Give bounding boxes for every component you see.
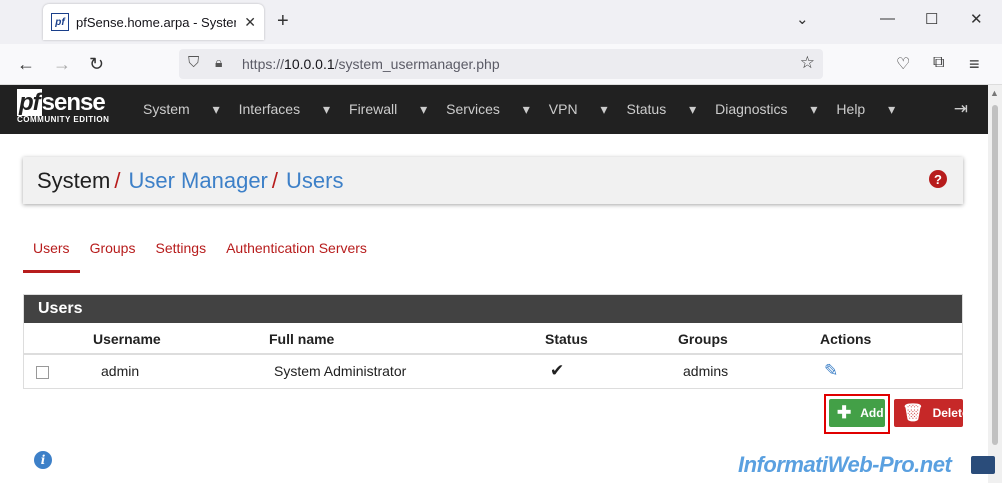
laptop-logo-icon [971,456,995,474]
tab-title: pfSense.home.arpa - System: U [76,14,236,30]
menu-vpn[interactable]: VPN ▾ [549,101,608,118]
menu-icon[interactable]: ≡ [969,54,980,75]
url-text: https://10.0.0.1/system_usermanager.php [242,56,500,72]
menu-interfaces[interactable]: Interfaces ▾ [239,101,330,118]
edit-pencil-icon[interactable]: ✎ [824,361,838,381]
tab-users[interactable]: Users [23,238,80,273]
lock-icon[interactable]: 🔒︎ [215,54,222,71]
tab-authentication-servers[interactable]: Authentication Servers [216,238,377,273]
browser-tab[interactable]: pf pfSense.home.arpa - System: U ✕ [43,4,264,40]
menu-diagnostics[interactable]: Diagnostics ▾ [715,101,817,118]
breadcrumb: System / User Manager / Users ? [23,157,963,204]
pocket-icon[interactable]: ♡ [896,54,910,74]
close-window-icon[interactable]: ✕ [970,10,983,28]
col-full-name[interactable]: Full name [269,331,334,347]
scroll-thumb[interactable] [992,105,998,445]
main-menu: System ▾ Interfaces ▾ Firewall ▾ Service… [143,101,914,118]
col-status[interactable]: Status [545,331,588,347]
trash-icon: 🗑︎ [902,403,924,422]
plus-icon: ✚ [837,403,852,422]
browser-nav-bar: ← → ↻ ⛉ 🔒︎ https://10.0.0.1/system_userm… [0,44,1002,85]
pfsense-navbar: pfsense COMMUNITY EDITION System ▾ Inter… [0,85,988,134]
logout-icon[interactable]: ⇥ [954,99,968,119]
extensions-icon[interactable]: ⧉ [933,54,944,72]
table-row[interactable]: admin System Administrator ✔ admins ✎ [24,355,962,388]
panel-title: Users [24,295,962,323]
close-tab-icon[interactable]: ✕ [244,14,256,31]
menu-services[interactable]: Services ▾ [446,101,530,118]
cell-username: admin [101,363,140,379]
breadcrumb-system: System [37,167,111,193]
info-icon[interactable]: i [34,451,52,469]
breadcrumb-users[interactable]: Users [286,168,343,194]
shield-icon[interactable]: ⛉ [188,54,199,71]
section-tabs: Users Groups Settings Authentication Ser… [23,238,377,273]
tab-groups[interactable]: Groups [80,238,146,273]
watermark-text: InformatiWeb-Pro.net [738,452,952,477]
help-icon[interactable]: ? [929,170,947,188]
breadcrumb-user-manager[interactable]: User Manager [128,168,267,194]
reload-icon[interactable]: ↻ [89,54,104,75]
menu-help[interactable]: Help ▾ [836,101,895,118]
breadcrumb-separator: / [114,167,121,193]
pfsense-favicon-icon: pf [51,13,69,31]
breadcrumb-separator: / [271,167,278,193]
tab-settings[interactable]: Settings [145,238,216,273]
maximize-icon[interactable]: ☐ [925,10,938,28]
scroll-up-icon[interactable]: ▲ [990,88,999,98]
forward-icon[interactable]: → [53,54,71,75]
url-bar[interactable]: ⛉ 🔒︎ https://10.0.0.1/system_usermanager… [179,49,823,79]
menu-system[interactable]: System ▾ [143,101,220,118]
enabled-check-icon: ✔ [550,361,565,380]
minimize-icon[interactable]: — [880,10,895,27]
col-username[interactable]: Username [93,331,161,347]
pfsense-logo[interactable]: pfsense COMMUNITY EDITION [17,89,109,124]
back-icon[interactable]: ← [17,54,35,75]
bookmark-star-icon[interactable]: ☆ [800,53,815,73]
menu-status[interactable]: Status ▾ [627,101,697,118]
add-button[interactable]: ✚ Add [829,399,885,427]
delete-button[interactable]: 🗑︎ Delete [894,399,969,427]
table-header: Username Full name Status Groups Actions [24,323,962,355]
page-scrollbar[interactable]: ▲ [988,85,1002,483]
cell-full-name: System Administrator [274,363,407,379]
cell-groups: admins [683,363,729,379]
col-groups[interactable]: Groups [678,331,728,347]
col-actions: Actions [820,331,872,347]
users-panel: Users Username Full name Status Groups A… [23,294,963,389]
browser-tab-bar: pf pfSense.home.arpa - System: U ✕ + ⌄ —… [0,0,1002,44]
new-tab-icon[interactable]: + [277,10,289,33]
row-checkbox[interactable] [36,366,49,379]
menu-firewall[interactable]: Firewall ▾ [349,101,427,118]
tab-list-icon[interactable]: ⌄ [796,10,809,28]
